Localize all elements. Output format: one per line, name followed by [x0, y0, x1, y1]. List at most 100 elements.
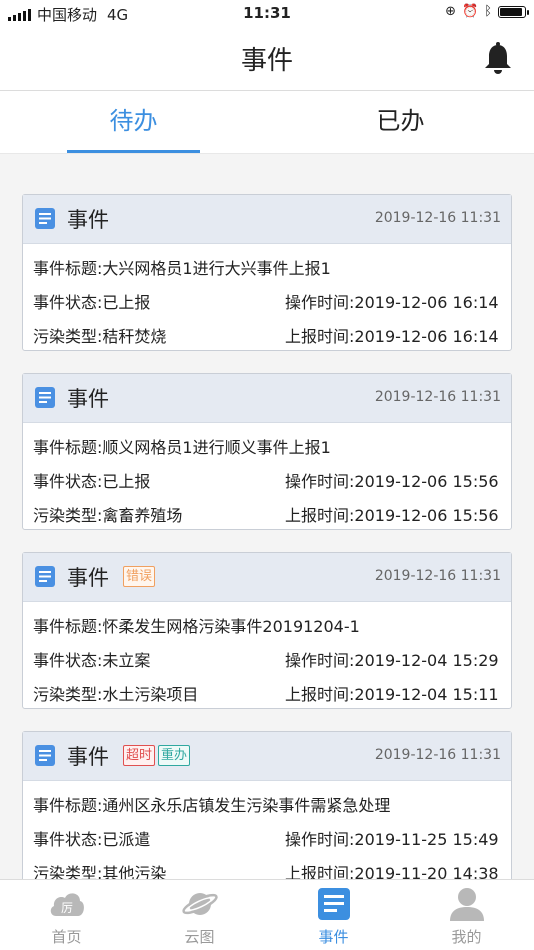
card-title: 事件	[67, 208, 109, 232]
alarm-icon: ⏰	[462, 4, 479, 19]
page-title: 事件	[240, 46, 293, 76]
op-time-label: 操作时间:	[285, 293, 355, 312]
card-row-pollution: 污染类型:其他污染 上报时间:2019-11-20 14:38	[33, 860, 501, 880]
pollution-label: 污染类型:	[33, 864, 103, 880]
tab-pending[interactable]: 待办	[0, 91, 267, 153]
tabbar-home-label: 首页	[51, 928, 82, 946]
report-time-label: 上报时间:	[285, 685, 355, 704]
card-time: 2019-12-16 11:31	[374, 210, 501, 226]
card-title: 事件	[67, 745, 109, 769]
bell-icon[interactable]	[482, 42, 514, 76]
pollution-value: 禽畜养殖场	[102, 506, 183, 525]
planet-icon	[182, 893, 218, 915]
event-title-value: 大兴网格员1进行大兴事件上报1	[102, 259, 331, 278]
report-time-label: 上报时间:	[285, 327, 355, 346]
svg-text:厉: 厉	[61, 901, 73, 915]
event-card[interactable]: 事件 超时 重办 2019-12-16 11:31 事件标题:通州区永乐店镇发生…	[22, 731, 512, 880]
op-time-label: 操作时间:	[285, 830, 355, 849]
op-time-value: 2019-11-25 15:49	[354, 830, 499, 849]
event-title-label: 事件标题:	[33, 259, 103, 278]
card-row-status: 事件状态:已上报 操作时间:2019-12-06 15:56	[33, 468, 501, 498]
card-header: 事件 超时 重办 2019-12-16 11:31	[23, 732, 511, 781]
event-card[interactable]: 事件 2019-12-16 11:31 事件标题:大兴网格员1进行大兴事件上报1…	[22, 194, 512, 351]
card-title: 事件	[67, 566, 109, 590]
tab-bar-top: 待办 已办	[0, 91, 534, 154]
event-title-label: 事件标题:	[33, 617, 103, 636]
status-bar: 中国移动 4G 11:31 ⊕ ⏰ ᛒ	[0, 0, 534, 28]
report-time-value: 2019-12-06 15:56	[354, 506, 499, 525]
op-time-value: 2019-12-06 15:56	[354, 472, 499, 491]
op-time-label: 操作时间:	[285, 472, 355, 491]
event-title-value: 怀柔发生网格污染事件20191204-1	[102, 617, 360, 636]
op-time-label: 操作时间:	[285, 651, 355, 670]
battery-icon	[498, 5, 529, 18]
card-time: 2019-12-16 11:31	[374, 568, 501, 584]
card-row-pollution: 污染类型:秸秆焚烧 上报时间:2019-12-06 16:14	[33, 323, 501, 353]
lock-rotation-icon: ⊕	[445, 4, 456, 19]
tag-timeout: 超时	[123, 745, 156, 766]
card-time: 2019-12-16 11:31	[374, 389, 501, 405]
pollution-value: 秸秆焚烧	[102, 327, 167, 346]
tabbar-mine[interactable]: 我的	[400, 880, 533, 950]
tab-pending-label: 待办	[109, 107, 158, 135]
card-row-pollution: 污染类型:禽畜养殖场 上报时间:2019-12-06 15:56	[33, 502, 501, 532]
tab-done-label: 已办	[376, 107, 425, 135]
status-right: ⊕ ⏰ ᛒ	[445, 4, 529, 19]
card-time: 2019-12-16 11:31	[374, 747, 501, 763]
op-time-value: 2019-12-04 15:29	[354, 651, 499, 670]
report-time-label: 上报时间:	[285, 864, 355, 880]
document-icon	[35, 566, 55, 587]
card-row-status: 事件状态:未立案 操作时间:2019-12-04 15:29	[33, 647, 501, 677]
nav-bar: 事件	[0, 28, 534, 91]
bluetooth-icon: ᛒ	[484, 4, 492, 19]
card-row-title: 事件标题:顺义网格员1进行顺义事件上报1	[33, 434, 501, 464]
home-cloud-icon: 厉	[50, 893, 84, 916]
pollution-value: 其他污染	[102, 864, 167, 880]
report-time-value: 2019-12-04 15:11	[354, 685, 499, 704]
status-value: 已派遣	[102, 830, 151, 849]
op-time-value: 2019-12-06 16:14	[354, 293, 499, 312]
event-card[interactable]: 事件 错误 2019-12-16 11:31 事件标题:怀柔发生网格污染事件20…	[22, 552, 512, 709]
tag-error: 错误	[123, 566, 156, 587]
tabbar-events[interactable]: 事件	[267, 880, 400, 950]
status-label: 事件状态:	[33, 293, 103, 312]
document-icon	[35, 387, 55, 408]
status-value: 未立案	[102, 651, 151, 670]
status-value: 已上报	[102, 293, 151, 312]
card-row-title: 事件标题:大兴网格员1进行大兴事件上报1	[33, 255, 501, 285]
card-title: 事件	[67, 387, 109, 411]
document-icon	[35, 745, 55, 766]
document-icon	[35, 208, 55, 229]
tabbar-events-label: 事件	[318, 928, 349, 946]
tabbar-cloudmap[interactable]: 云图	[133, 880, 266, 950]
tabbar-cloudmap-label: 云图	[184, 928, 215, 946]
event-card[interactable]: 事件 2019-12-16 11:31 事件标题:顺义网格员1进行顺义事件上报1…	[22, 373, 512, 530]
report-time-value: 2019-11-20 14:38	[354, 864, 499, 880]
status-label: 事件状态:	[33, 651, 103, 670]
card-row-status: 事件状态:已上报 操作时间:2019-12-06 16:14	[33, 289, 501, 319]
pollution-value: 水土污染项目	[102, 685, 199, 704]
event-list[interactable]: 事件 2019-12-16 11:31 事件标题:大兴网格员1进行大兴事件上报1…	[0, 153, 534, 880]
card-row-title: 事件标题:怀柔发生网格污染事件20191204-1	[33, 613, 501, 643]
pollution-label: 污染类型:	[33, 685, 103, 704]
event-title-label: 事件标题:	[33, 796, 103, 815]
card-row-title: 事件标题:通州区永乐店镇发生污染事件需紧急处理	[33, 792, 501, 822]
card-row-pollution: 污染类型:水土污染项目 上报时间:2019-12-04 15:11	[33, 681, 501, 711]
event-list-icon	[318, 888, 350, 920]
tag-redo: 重办	[158, 745, 191, 766]
card-tags: 错误	[123, 566, 156, 587]
card-header: 事件 错误 2019-12-16 11:31	[23, 553, 511, 602]
status-label: 事件状态:	[33, 472, 103, 491]
pollution-label: 污染类型:	[33, 327, 103, 346]
status-label: 事件状态:	[33, 830, 103, 849]
event-title-value: 顺义网格员1进行顺义事件上报1	[102, 438, 331, 457]
report-time-value: 2019-12-06 16:14	[354, 327, 499, 346]
card-header: 事件 2019-12-16 11:31	[23, 195, 511, 244]
tabbar-home[interactable]: 厉 首页	[0, 880, 133, 950]
report-time-label: 上报时间:	[285, 506, 355, 525]
tab-done[interactable]: 已办	[267, 91, 534, 153]
card-header: 事件 2019-12-16 11:31	[23, 374, 511, 423]
event-title-label: 事件标题:	[33, 438, 103, 457]
pollution-label: 污染类型:	[33, 506, 103, 525]
status-value: 已上报	[102, 472, 151, 491]
